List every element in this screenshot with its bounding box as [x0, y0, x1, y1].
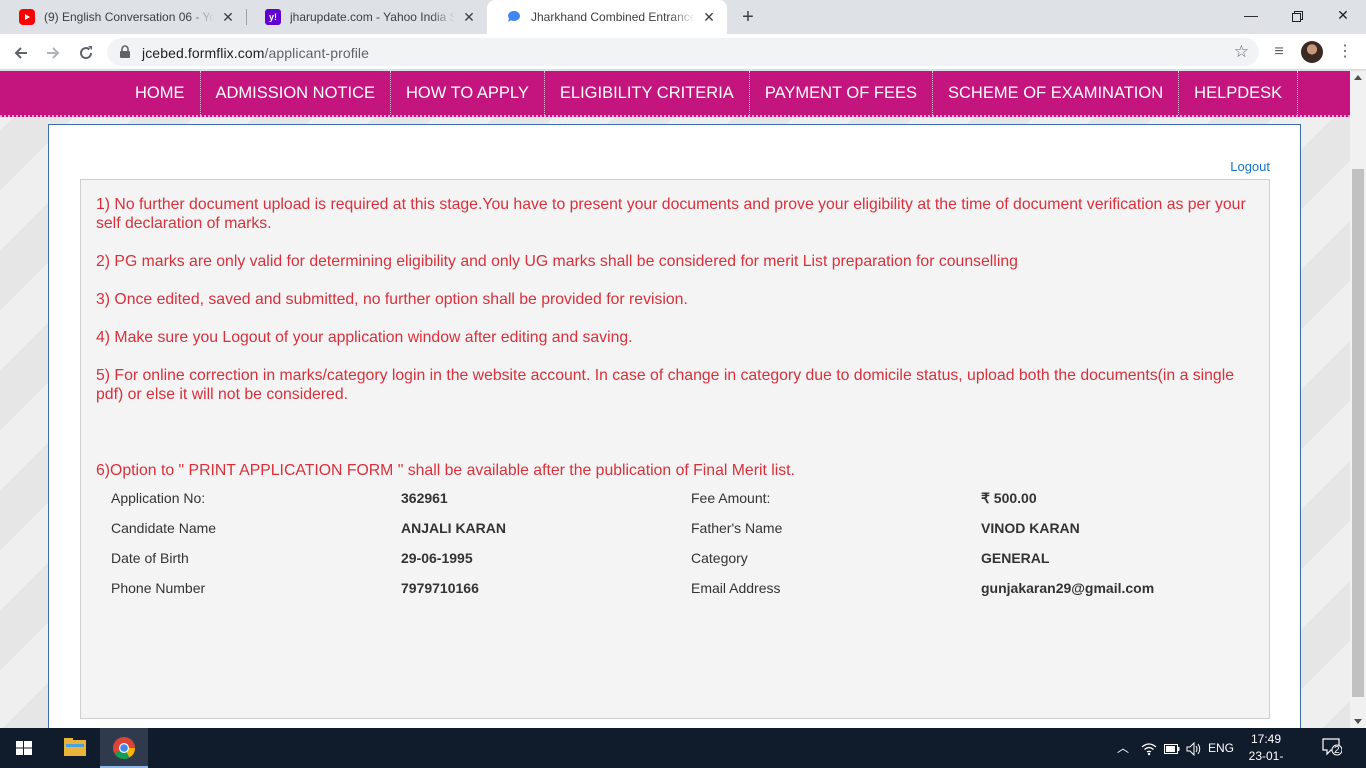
url-text: jcebed.formflix.com/applicant-profile — [142, 45, 370, 61]
close-tab-icon[interactable]: ✕ — [461, 9, 477, 25]
scroll-up-arrow-icon[interactable] — [1354, 75, 1362, 80]
windows-start-icon[interactable] — [0, 728, 48, 768]
detail-label: Category — [691, 550, 748, 566]
detail-label: Fee Amount: — [691, 490, 771, 506]
detail-label: Date of Birth — [111, 550, 189, 566]
media-queue-icon[interactable]: ≡ — [1266, 39, 1292, 65]
volume-icon[interactable] — [1184, 728, 1204, 768]
close-window-icon[interactable]: ✕ — [1320, 0, 1366, 30]
detail-row: Candidate Name ANJALI KARAN Father's Nam… — [111, 520, 1261, 540]
detail-label: Phone Number — [111, 580, 206, 596]
close-tab-icon[interactable]: ✕ — [220, 9, 236, 25]
restore-icon[interactable] — [1274, 0, 1320, 30]
nav-helpdesk[interactable]: HELPDESK — [1179, 71, 1299, 115]
browser-tab-youtube[interactable]: (9) English Conversation 06 - YouTube ✕ — [0, 0, 246, 34]
detail-label: Email Address — [691, 580, 781, 596]
detail-label: Application No: — [111, 490, 206, 506]
notice-item: 5) For online correction in marks/catego… — [96, 367, 1235, 403]
notice-item: 1) No further document upload is require… — [96, 196, 1246, 232]
notification-count: 2 — [1334, 745, 1340, 756]
windows-taskbar: ︿ ENG 17:49 23-01-2021 2 — [0, 728, 1366, 768]
chevron-up-icon[interactable]: ︿ — [1114, 728, 1132, 768]
application-number: 362961 — [401, 490, 448, 506]
scroll-down-arrow-icon[interactable] — [1354, 719, 1362, 724]
site-nav-bar: HOME ADMISSION NOTICE HOW TO APPLY ELIGI… — [0, 71, 1350, 117]
father-name: VINOD KARAN — [981, 520, 1080, 536]
fee-amount: ₹ 500.00 — [981, 490, 1037, 506]
category: GENERAL — [981, 550, 1050, 566]
notice-item: 4) Make sure you Logout of your applicat… — [96, 329, 633, 346]
date-of-birth: 29-06-1995 — [401, 550, 473, 566]
detail-label: Father's Name — [691, 520, 783, 536]
nav-payment-of-fees[interactable]: PAYMENT OF FEES — [750, 71, 934, 115]
notice-box: 1) No further document upload is require… — [80, 179, 1270, 719]
kebab-menu-icon[interactable]: ⋮ — [1332, 39, 1358, 65]
detail-row: Date of Birth 29-06-1995 Category GENERA… — [111, 550, 1261, 570]
page-scrollbar[interactable] — [1350, 71, 1366, 728]
notice-item: 6)Option to " PRINT APPLICATION FORM " s… — [96, 462, 795, 479]
nav-home[interactable]: HOME — [120, 71, 201, 115]
candidate-name: ANJALI KARAN — [401, 520, 506, 536]
browser-tab-yahoo[interactable]: y! jharupdate.com - Yahoo India Search ✕ — [246, 0, 487, 34]
page-viewport: HOME ADMISSION NOTICE HOW TO APPLY ELIGI… — [0, 71, 1350, 728]
scrollbar-thumb[interactable] — [1352, 169, 1364, 697]
tab-title: (9) English Conversation 06 - YouTube — [44, 10, 214, 24]
bookmark-star-icon[interactable]: ☆ — [1234, 42, 1249, 62]
notice-item: 3) Once edited, saved and submitted, no … — [96, 291, 688, 308]
wifi-icon[interactable] — [1138, 728, 1160, 768]
clock-time: 17:49 — [1250, 732, 1282, 746]
battery-icon[interactable] — [1162, 728, 1182, 768]
nav-eligibility-criteria[interactable]: ELIGIBILITY CRITERIA — [545, 71, 750, 115]
language-indicator[interactable]: ENG — [1206, 728, 1236, 768]
lock-icon — [119, 45, 131, 64]
detail-row: Phone Number 7979710166 Email Address gu… — [111, 580, 1261, 600]
file-explorer-icon[interactable] — [51, 728, 99, 768]
address-bar[interactable]: jcebed.formflix.com/applicant-profile ☆ — [107, 38, 1259, 66]
minimize-icon[interactable]: — — [1228, 0, 1274, 30]
chat-bubble-icon — [506, 9, 522, 25]
browser-toolbar: jcebed.formflix.com/applicant-profile ☆ … — [0, 34, 1366, 70]
new-tab-button[interactable]: + — [737, 6, 759, 28]
notification-center-icon[interactable]: 2 — [1322, 738, 1344, 758]
browser-tab-active[interactable]: Jharkhand Combined Entrance Comp ✕ — [487, 0, 727, 34]
nav-admission-notice[interactable]: ADMISSION NOTICE — [201, 71, 392, 115]
chrome-taskbar-icon[interactable] — [100, 728, 148, 768]
email-address: gunjakaran29@gmail.com — [981, 580, 1155, 596]
back-arrow-icon[interactable] — [8, 39, 34, 65]
reload-icon[interactable] — [73, 39, 99, 65]
nav-how-to-apply[interactable]: HOW TO APPLY — [391, 71, 545, 115]
logout-link[interactable]: Logout — [1230, 159, 1270, 174]
system-clock[interactable]: 17:49 23-01-2021 — [1236, 731, 1296, 768]
nav-scheme-of-examination[interactable]: SCHEME OF EXAMINATION — [933, 71, 1180, 115]
youtube-icon — [19, 9, 35, 25]
detail-row: Application No: 362961 Fee Amount: ₹ 500… — [111, 490, 1261, 510]
tab-title: Jharkhand Combined Entrance Comp — [531, 10, 695, 24]
avatar[interactable] — [1301, 41, 1323, 63]
notice-item: 2) PG marks are only valid for determini… — [96, 253, 1018, 270]
site-nav-menu: HOME ADMISSION NOTICE HOW TO APPLY ELIGI… — [120, 71, 1299, 115]
phone-number: 7979710166 — [401, 580, 479, 596]
tab-title: jharupdate.com - Yahoo India Search — [290, 10, 455, 24]
detail-label: Candidate Name — [111, 520, 217, 536]
clock-date: 23-01-2021 — [1248, 749, 1284, 768]
yahoo-icon: y! — [265, 9, 281, 25]
browser-tab-strip: (9) English Conversation 06 - YouTube ✕ … — [0, 0, 1366, 34]
forward-arrow-icon[interactable] — [40, 39, 66, 65]
close-tab-icon[interactable]: ✕ — [701, 9, 717, 25]
applicant-profile-panel: Logout 1) No further document upload is … — [48, 124, 1301, 728]
